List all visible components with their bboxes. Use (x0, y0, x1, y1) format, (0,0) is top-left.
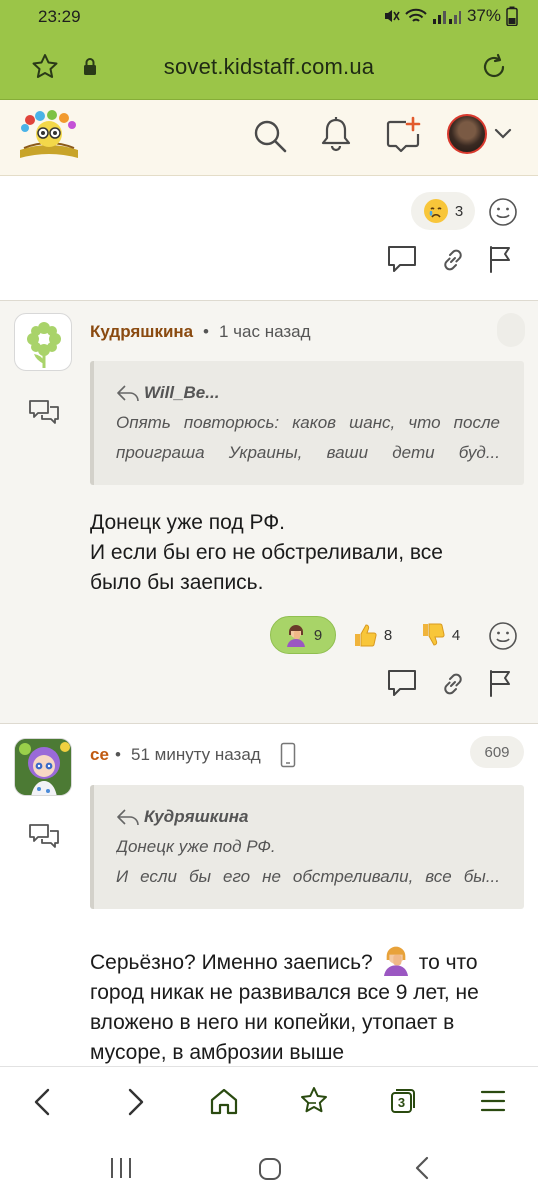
tabs-count: 3 (397, 1095, 406, 1110)
search-icon[interactable] (252, 118, 288, 154)
body-line: Серьёзно? Именно заепись? (90, 951, 373, 974)
report-flag-icon[interactable] (487, 244, 515, 274)
menu-icon[interactable] (480, 1088, 506, 1114)
body-line: И если бы его не обстреливали, все (90, 541, 443, 564)
link-icon[interactable] (439, 670, 467, 698)
report-flag-icon[interactable] (487, 668, 515, 698)
thumbs-up-icon (354, 624, 377, 647)
mute-icon (384, 10, 400, 22)
link-icon[interactable] (439, 246, 467, 274)
recent-apps-icon[interactable] (108, 1156, 134, 1180)
body-line: вложено в него ни копейки, утопает в (90, 1011, 455, 1034)
quote-line: Опять повторюсь: каков шанс, что после (116, 413, 500, 432)
reply-arrow-icon (117, 385, 139, 402)
facepalm-emoji-icon (286, 625, 305, 647)
status-icons: 37% (382, 6, 518, 26)
reaction-thumbs-down[interactable]: 4 (412, 616, 468, 654)
reply-arrow-icon (117, 809, 139, 826)
mobile-device-icon (280, 742, 296, 768)
facepalm-emoji-icon (383, 946, 408, 976)
post-time[interactable]: 51 минуту назад (131, 745, 261, 765)
private-message-icon[interactable] (28, 399, 60, 427)
reaction-thumbs-up[interactable]: 8 (344, 616, 400, 654)
author-name[interactable]: се (90, 745, 109, 765)
reaction-count: 4 (451, 626, 461, 644)
quote-author: Will_Be... (144, 383, 220, 402)
tabs-button[interactable]: 3 (389, 1087, 417, 1115)
quote-block[interactable]: Кудряшкина Донецк уже под РФ. И если бы … (90, 785, 524, 909)
body-line: город никак не развивался все 9 лет, не (90, 981, 479, 1004)
flower-avatar-icon (27, 322, 61, 368)
battery-icon (506, 6, 518, 26)
bookmarks-star-icon[interactable] (298, 1085, 330, 1117)
previous-post-footer: 3 (0, 176, 538, 300)
chevron-down-icon[interactable] (494, 127, 512, 141)
forward-arrow-icon[interactable] (122, 1087, 148, 1117)
doll-avatar-icon (15, 739, 71, 795)
add-reaction-icon[interactable] (488, 621, 518, 651)
thumbs-down-icon (422, 623, 445, 646)
site-logo[interactable] (16, 110, 82, 162)
post-number-badge[interactable]: 609 (470, 736, 524, 768)
thread-content: 3 Кудряшкина • 1 час назад Will_Be... Оп… (0, 176, 538, 1066)
site-header (0, 100, 538, 176)
reaction-count: 9 (313, 626, 323, 644)
wifi-icon (405, 8, 427, 22)
new-topic-icon[interactable] (384, 116, 422, 154)
comment-icon[interactable] (386, 244, 418, 274)
author-avatar[interactable] (14, 738, 72, 796)
post-time[interactable]: 1 час назад (219, 322, 311, 342)
add-reaction-icon[interactable] (488, 197, 518, 227)
reaction-facepalm[interactable]: 9 (270, 616, 336, 654)
status-time: 23:29 (38, 7, 81, 26)
body-line: было бы заепись. (90, 571, 264, 594)
notifications-bell-icon[interactable] (319, 116, 353, 154)
comment-icon[interactable] (386, 668, 418, 698)
system-back-icon[interactable] (412, 1155, 432, 1181)
home-icon[interactable] (209, 1086, 239, 1116)
post-se: се • 51 минуту назад 609 Кудряшкина Доне… (0, 724, 538, 1066)
body-line: Донецк уже под РФ. (90, 511, 286, 534)
browser-url-bar: sovet.kidstaff.com.ua (0, 34, 538, 100)
quote-line: проиграша Украины, ваши дети буд... (116, 443, 500, 462)
meta-separator: • (115, 745, 121, 764)
post-number-badge[interactable] (497, 313, 525, 347)
reaction-count: 8 (383, 626, 393, 644)
battery-percent: 37% (466, 6, 501, 25)
home-button-icon[interactable] (257, 1156, 283, 1182)
post-body: Донецк уже под РФ. И если бы его не обст… (90, 508, 480, 598)
body-line: мусоре, в амброзии выше (90, 1041, 345, 1064)
status-bar: 23:29 37% (0, 0, 538, 34)
author-avatar[interactable] (14, 313, 72, 371)
meta-separator: • (203, 322, 209, 341)
post-number: 609 (484, 743, 510, 761)
body-line-first: Серьёзно? Именно заепись? то что (90, 944, 520, 978)
quote-author: Кудряшкина (144, 807, 249, 826)
reload-icon[interactable] (478, 51, 510, 83)
post-kudryashkina: Кудряшкина • 1 час назад Will_Be... Опят… (0, 301, 538, 723)
quote-line: Донецк уже под РФ. (116, 837, 276, 856)
crying-emoji-icon (423, 199, 448, 223)
signal-icon (432, 11, 461, 24)
system-navigation-bar (0, 1136, 538, 1200)
browser-toolbar: 3 (0, 1066, 538, 1136)
quote-block[interactable]: Will_Be... Опять повторюсь: каков шанс, … (90, 361, 524, 485)
reaction-crying[interactable]: 3 (411, 192, 475, 230)
back-arrow-icon[interactable] (30, 1087, 56, 1117)
post-body: Серьёзно? Именно заепись? то что город н… (90, 944, 520, 1066)
author-name[interactable]: Кудряшкина (90, 322, 193, 342)
body-line-tail: то что (418, 951, 478, 974)
reaction-count: 3 (454, 202, 464, 220)
user-avatar[interactable] (447, 114, 487, 154)
quote-line: И если бы его не обстреливали, все бы... (116, 867, 500, 886)
url-text[interactable]: sovet.kidstaff.com.ua (0, 54, 538, 80)
private-message-icon[interactable] (28, 823, 60, 851)
